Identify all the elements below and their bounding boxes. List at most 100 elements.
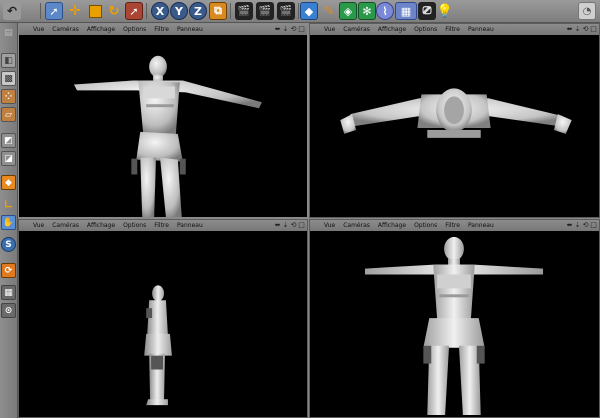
menu-vue[interactable]: Vue: [33, 222, 44, 229]
zoom-icon[interactable]: ⇣: [282, 25, 289, 34]
viewport-menubar: Vue Caméras Affichage Options Filtre Pan…: [19, 220, 307, 231]
viewport-canvas[interactable]: [310, 35, 599, 217]
tweak-mode-icon[interactable]: ◆: [1, 175, 16, 190]
menu-options[interactable]: Options: [414, 26, 437, 33]
coordinate-system-icon[interactable]: ⧉: [209, 2, 227, 20]
menu-cameras[interactable]: Caméras: [343, 222, 370, 229]
move-icon[interactable]: ✛: [66, 2, 84, 20]
menu-cameras[interactable]: Caméras: [343, 26, 370, 33]
viewport-canvas[interactable]: [19, 35, 307, 217]
grid-icon[interactable]: ▦: [1, 285, 16, 300]
object-mode-icon[interactable]: ◧: [1, 53, 16, 68]
pen-spline-icon[interactable]: ✎: [320, 2, 338, 20]
menu-vue[interactable]: Vue: [324, 222, 335, 229]
pan-icon[interactable]: ⬌: [274, 25, 281, 34]
light-icon[interactable]: 💡: [436, 2, 454, 20]
maximize-icon[interactable]: □: [298, 221, 305, 230]
viewport-controls: ⬌ ⇣ ⟲ □: [274, 221, 305, 230]
viewport-controls: ⬌ ⇣ ⟲ □: [566, 25, 597, 34]
viewport-canvas[interactable]: [19, 231, 307, 417]
left-toolbar: ▤ ◧ ▩ ⁘ ▱ ◩ ◪ ◆ ∟ ✋ S ⟳ ▦ ⊙: [0, 23, 18, 418]
menu-vue[interactable]: Vue: [324, 26, 335, 33]
layout-icon[interactable]: ◔: [578, 2, 596, 20]
pan-icon[interactable]: ⬌: [566, 25, 573, 34]
zoom-icon[interactable]: ⇣: [282, 221, 289, 230]
render-settings-icon[interactable]: 🎬: [277, 2, 295, 20]
texture-mode-icon[interactable]: ▩: [1, 71, 16, 86]
menu-filtre[interactable]: Filtre: [445, 26, 460, 33]
workplane-icon[interactable]: S: [1, 237, 16, 252]
deformer-icon[interactable]: ⌇: [376, 2, 394, 20]
menu-panneau[interactable]: Panneau: [468, 26, 494, 33]
points-mode-icon[interactable]: ⁘: [1, 89, 16, 104]
snap-icon[interactable]: ∟: [1, 197, 16, 212]
cube-object-icon[interactable]: ◆: [300, 2, 318, 20]
zoom-icon[interactable]: ⇣: [574, 25, 581, 34]
viewport-top[interactable]: Vue Caméras Affichage Options Filtre Pan…: [309, 23, 600, 218]
undo-icon[interactable]: ↶: [3, 2, 21, 20]
pan-icon[interactable]: ⬌: [274, 221, 281, 230]
viewport-menubar: Vue Caméras Affichage Options Filtre Pan…: [310, 220, 599, 231]
toolbar-separator: [230, 3, 231, 19]
menu-filtre[interactable]: Filtre: [154, 222, 169, 229]
select-arrow-icon[interactable]: ➚: [45, 2, 63, 20]
locked-workplane-icon[interactable]: ⟳: [1, 263, 16, 278]
maximize-icon[interactable]: □: [590, 221, 597, 230]
menu-cameras[interactable]: Caméras: [52, 222, 79, 229]
floor-icon[interactable]: ▦: [395, 2, 417, 20]
rotate-view-icon[interactable]: ⟲: [290, 25, 297, 34]
lock-icon[interactable]: ⊙: [1, 303, 16, 318]
viewport-controls: ⬌ ⇣ ⟲ □: [274, 25, 305, 34]
edges-mode-icon[interactable]: ▱: [1, 107, 16, 122]
y-axis-icon[interactable]: Y: [170, 2, 188, 20]
menu-affichage[interactable]: Affichage: [378, 222, 406, 229]
main-toolbar: ↶ ➚ ✛ ↻ ➚ X Y Z ⧉ 🎬 🎬 🎬 ◆ ✎ ◈ ✻ ⌇ ▦ ⎚ 💡 …: [0, 0, 600, 23]
cloner-icon[interactable]: ✻: [358, 2, 376, 20]
viewport-front[interactable]: Vue Caméras Affichage Options Filtre Pan…: [309, 219, 600, 418]
menu-panneau[interactable]: Panneau: [177, 26, 203, 33]
viewport-canvas[interactable]: [310, 231, 599, 417]
character-model-top: [340, 88, 572, 138]
toolbar-separator: [40, 3, 41, 19]
menu-affichage[interactable]: Affichage: [87, 26, 115, 33]
menu-filtre[interactable]: Filtre: [445, 222, 460, 229]
axis-mode-icon[interactable]: ◪: [1, 151, 16, 166]
menu-options[interactable]: Options: [123, 222, 146, 229]
zoom-icon[interactable]: ⇣: [574, 221, 581, 230]
menu-options[interactable]: Options: [123, 26, 146, 33]
menu-filtre[interactable]: Filtre: [154, 26, 169, 33]
maximize-icon[interactable]: □: [298, 25, 305, 34]
menu-affichage[interactable]: Affichage: [87, 222, 115, 229]
character-model-side: [144, 285, 172, 406]
viewport-menubar: Vue Caméras Affichage Options Filtre Pan…: [310, 24, 599, 35]
rotate-icon[interactable]: ↻: [105, 2, 123, 20]
rotate-view-icon[interactable]: ⟲: [582, 221, 589, 230]
toolbar-separator: [146, 3, 147, 19]
pan-icon[interactable]: ⬌: [566, 221, 573, 230]
character-model-front: [364, 236, 544, 416]
menu-affichage[interactable]: Affichage: [378, 26, 406, 33]
brush-icon[interactable]: ✋: [1, 215, 16, 230]
subdivision-icon[interactable]: ◈: [339, 2, 357, 20]
menu-options[interactable]: Options: [414, 222, 437, 229]
model-mode-icon[interactable]: ▤: [1, 25, 16, 40]
rotate-view-icon[interactable]: ⟲: [290, 221, 297, 230]
rotate-view-icon[interactable]: ⟲: [582, 25, 589, 34]
render-view-icon[interactable]: 🎬: [235, 2, 253, 20]
viewport-perspective[interactable]: Vue Caméras Affichage Options Filtre Pan…: [18, 23, 308, 218]
scale-icon[interactable]: [86, 2, 104, 20]
live-select-icon[interactable]: ➚: [125, 2, 143, 20]
menu-cameras[interactable]: Caméras: [52, 26, 79, 33]
viewport-menubar: Vue Caméras Affichage Options Filtre Pan…: [19, 24, 307, 35]
menu-panneau[interactable]: Panneau: [468, 222, 494, 229]
polygons-mode-icon[interactable]: ◩: [1, 133, 16, 148]
viewport-right[interactable]: Vue Caméras Affichage Options Filtre Pan…: [18, 219, 308, 418]
x-axis-icon[interactable]: X: [151, 2, 169, 20]
camera-icon[interactable]: ⎚: [418, 2, 436, 20]
character-model-perspective: [73, 55, 262, 217]
z-axis-icon[interactable]: Z: [189, 2, 207, 20]
menu-panneau[interactable]: Panneau: [177, 222, 203, 229]
maximize-icon[interactable]: □: [590, 25, 597, 34]
menu-vue[interactable]: Vue: [33, 26, 44, 33]
render-picture-viewer-icon[interactable]: 🎬: [256, 2, 274, 20]
